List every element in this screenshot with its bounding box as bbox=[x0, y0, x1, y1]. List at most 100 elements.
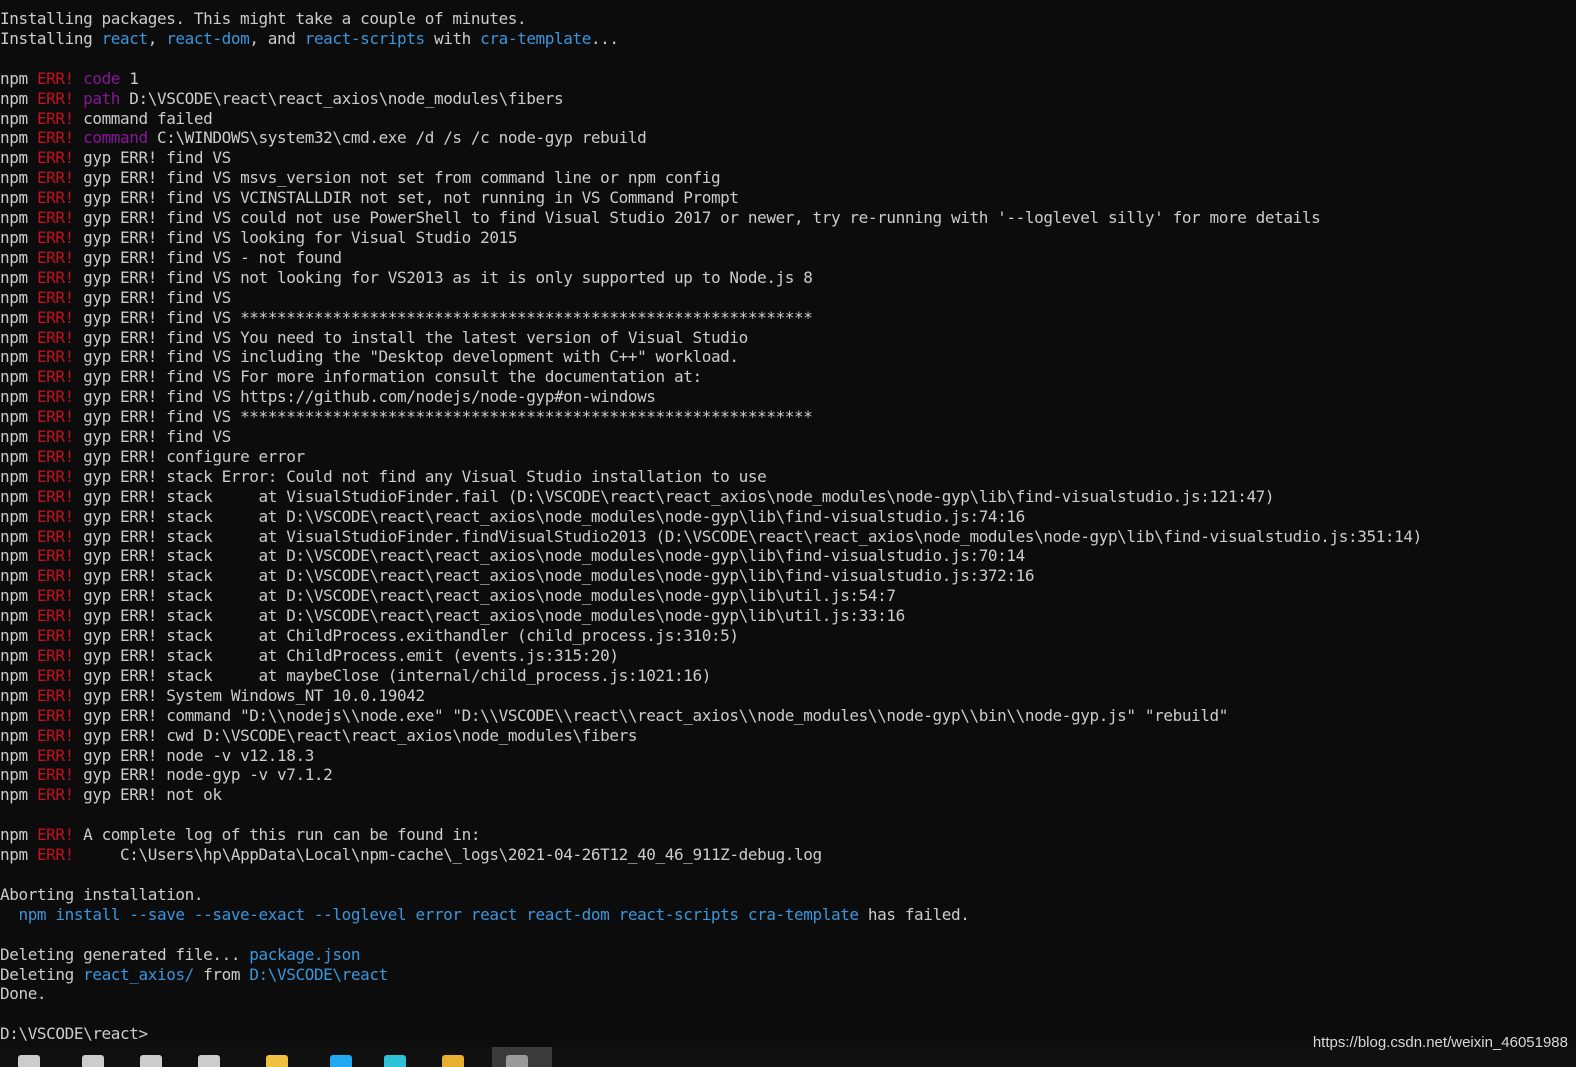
terminal-line: npm ERR! gyp ERR! System Windows_NT 10.0… bbox=[0, 686, 1422, 706]
terminal-line: npm ERR! gyp ERR! node-gyp -v v7.1.2 bbox=[0, 765, 1422, 785]
line-text: gyp ERR! find VS For more information co… bbox=[73, 367, 702, 387]
terminal-line: npm install --save --save-exact --loglev… bbox=[0, 905, 1422, 925]
line-text: gyp ERR! stack at D:\VSCODE\react\react_… bbox=[73, 586, 896, 606]
err-label: ERR! bbox=[36, 646, 74, 665]
terminal-line: npm ERR! gyp ERR! find VS including the … bbox=[0, 347, 1422, 367]
err-label: ERR! bbox=[36, 606, 74, 626]
line-text: gyp ERR! find VS ***********************… bbox=[73, 407, 813, 427]
line-text: gyp ERR! stack at D:\VSCODE\react\react_… bbox=[73, 546, 1025, 566]
line-text: gyp ERR! find VS msvs_version not set fr… bbox=[73, 168, 721, 188]
terminal-line: npm ERR! gyp ERR! node -v v12.18.3 bbox=[0, 746, 1422, 766]
line-text: npm bbox=[0, 427, 37, 447]
line-text: gyp ERR! stack at VisualStudioFinder.fin… bbox=[73, 526, 1422, 546]
terminal-line: npm ERR! gyp ERR! stack at D:\VSCODE\rea… bbox=[0, 606, 1422, 626]
line-text: Aborting installation. bbox=[0, 884, 204, 904]
err-label: ERR! bbox=[36, 427, 74, 447]
file-explorer-folder-icon[interactable] bbox=[266, 1055, 288, 1067]
err-label: ERR! bbox=[36, 407, 74, 427]
search-icon[interactable] bbox=[82, 1055, 104, 1067]
terminal-line: npm ERR! gyp ERR! stack Error: Could not… bbox=[0, 467, 1422, 487]
task-view-icon[interactable] bbox=[198, 1055, 220, 1067]
line-text: D:\VSCODE\react\react_axios\node_modules… bbox=[120, 88, 564, 108]
err-label: ERR! bbox=[36, 845, 74, 865]
line-text: gyp ERR! find VS including the "Desktop … bbox=[73, 347, 739, 367]
line-text: path bbox=[83, 88, 121, 108]
terminal-window[interactable]: Installing packages. This might take a c… bbox=[0, 0, 1576, 1067]
line-text: gyp ERR! find VS - not found bbox=[73, 247, 342, 267]
line-text: npm bbox=[0, 785, 37, 805]
line-text: react-dom bbox=[166, 28, 250, 48]
err-label: ERR! bbox=[36, 108, 74, 128]
line-text: Deleting generated file... bbox=[0, 944, 250, 964]
terminal-line: Done. bbox=[0, 984, 1422, 1004]
line-text: npm bbox=[0, 208, 37, 228]
err-label: ERR! bbox=[36, 446, 74, 466]
terminal-line: npm ERR! gyp ERR! find VS msvs_version n… bbox=[0, 168, 1422, 188]
edge-browser-icon[interactable] bbox=[384, 1055, 406, 1067]
err-label: ERR! bbox=[36, 367, 74, 387]
line-text: gyp ERR! stack at ChildProcess.emit (eve… bbox=[73, 646, 619, 665]
err-label: ERR! bbox=[36, 287, 74, 307]
terminal-icon[interactable] bbox=[506, 1055, 528, 1067]
line-text: npm bbox=[0, 606, 37, 626]
line-text: gyp ERR! configure error bbox=[73, 446, 305, 466]
line-text: has failed. bbox=[858, 904, 970, 924]
line-text: gyp ERR! find VS ***********************… bbox=[73, 307, 813, 327]
line-text: npm bbox=[0, 486, 37, 506]
windows-start-icon[interactable] bbox=[18, 1055, 40, 1067]
line-text: cra-template bbox=[480, 28, 591, 48]
line-text: Installing bbox=[0, 28, 102, 48]
terminal-line: Deleting generated file... package.json bbox=[0, 945, 1422, 965]
cortana-icon[interactable] bbox=[140, 1055, 162, 1067]
line-text: npm bbox=[0, 506, 37, 526]
line-text: gyp ERR! stack at maybeClose (internal/c… bbox=[73, 665, 711, 685]
line-text: D:\VSCODE\react bbox=[249, 964, 388, 984]
vscode-icon[interactable] bbox=[330, 1055, 352, 1067]
line-text: npm bbox=[0, 88, 37, 108]
terminal-line: npm ERR! A complete log of this run can … bbox=[0, 825, 1422, 845]
line-text: npm bbox=[0, 546, 37, 566]
err-label: ERR! bbox=[36, 665, 74, 685]
terminal-line: npm ERR! gyp ERR! find VS **************… bbox=[0, 407, 1422, 427]
line-text: command bbox=[83, 128, 148, 148]
err-label: ERR! bbox=[36, 685, 74, 705]
folder-icon[interactable] bbox=[442, 1055, 464, 1067]
line-text: gyp ERR! stack at ChildProcess.exithandl… bbox=[73, 626, 739, 646]
terminal-line: D:\VSCODE\react> bbox=[0, 1024, 1422, 1044]
line-text: gyp ERR! stack at D:\VSCODE\react\react_… bbox=[73, 566, 1035, 586]
line-text: npm bbox=[0, 646, 37, 665]
line-text: C:\WINDOWS\system32\cmd.exe /d /s /c nod… bbox=[147, 128, 647, 148]
line-text: command failed bbox=[73, 108, 213, 128]
err-label: ERR! bbox=[36, 765, 74, 785]
err-label: ERR! bbox=[36, 466, 74, 486]
line-text: gyp ERR! not ok bbox=[73, 785, 222, 805]
line-text: gyp ERR! find VS VCINSTALLDIR not set, n… bbox=[73, 188, 739, 208]
line-text bbox=[74, 89, 83, 108]
line-text: npm bbox=[0, 307, 37, 327]
line-text: npm bbox=[0, 745, 37, 765]
terminal-line: npm ERR! path D:\VSCODE\react\react_axio… bbox=[0, 89, 1422, 109]
line-text: react bbox=[101, 28, 149, 48]
terminal-line: npm ERR! gyp ERR! not ok bbox=[0, 785, 1422, 805]
line-text: npm bbox=[0, 446, 37, 466]
err-label: ERR! bbox=[36, 506, 74, 526]
line-text: npm bbox=[0, 685, 37, 705]
line-text: gyp ERR! stack at D:\VSCODE\react\react_… bbox=[73, 606, 905, 626]
watermark-text: https://blog.csdn.net/weixin_46051988 bbox=[1312, 1034, 1568, 1051]
err-label: ERR! bbox=[36, 546, 74, 566]
err-label: ERR! bbox=[36, 387, 74, 407]
line-text: D:\VSCODE\react> bbox=[0, 1024, 148, 1044]
err-label: ERR! bbox=[36, 88, 74, 108]
terminal-line: npm ERR! gyp ERR! find VS bbox=[0, 288, 1422, 308]
terminal-line: Installing react, react-dom, and react-s… bbox=[0, 29, 1422, 49]
line-text: react_axios/ bbox=[83, 964, 194, 984]
line-text: Deleting bbox=[0, 964, 84, 984]
err-label: ERR! bbox=[36, 486, 74, 506]
terminal-line: npm ERR! gyp ERR! stack at D:\VSCODE\rea… bbox=[0, 546, 1422, 566]
terminal-line: npm ERR! gyp ERR! find VS https://github… bbox=[0, 387, 1422, 407]
err-label: ERR! bbox=[36, 267, 74, 287]
line-text: npm bbox=[0, 227, 37, 247]
